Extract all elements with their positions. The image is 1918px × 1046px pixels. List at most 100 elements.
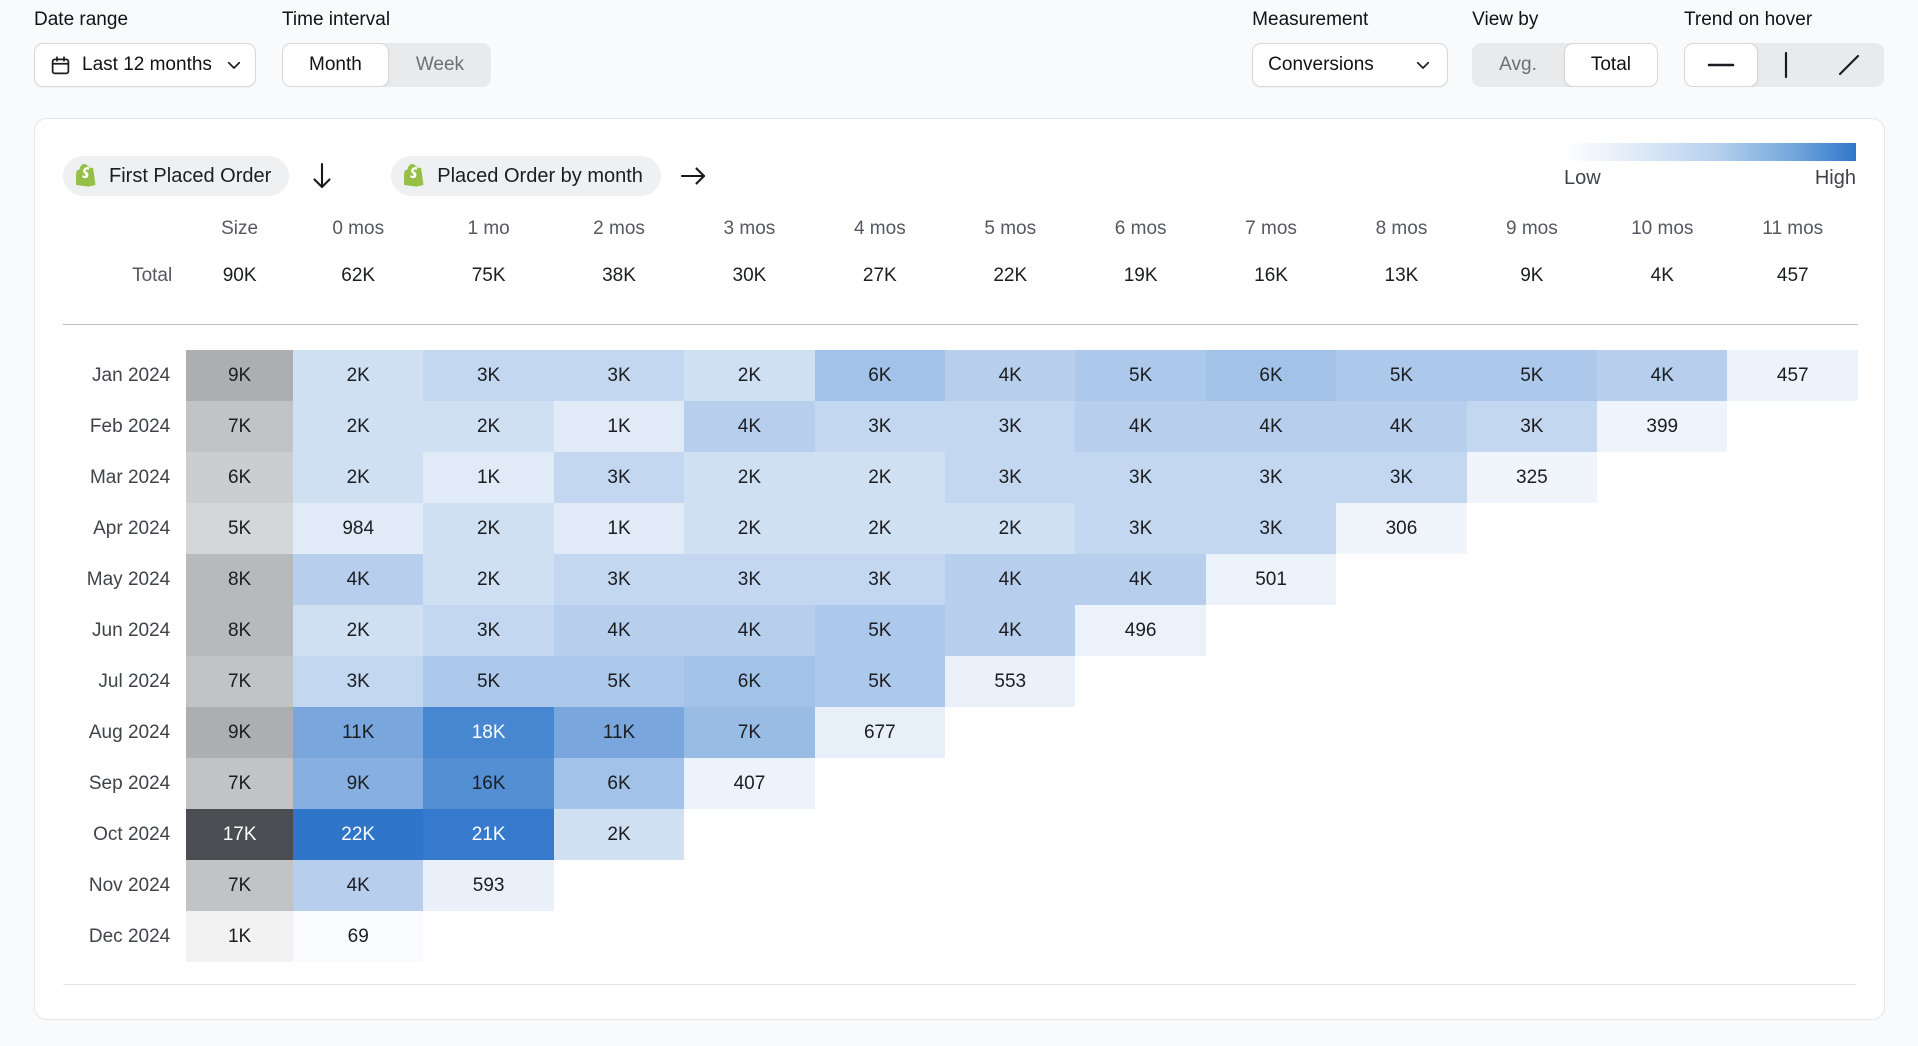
heatmap-cell[interactable]: 6K <box>1206 350 1336 401</box>
heatmap-cell[interactable]: 6K <box>684 656 814 707</box>
heatmap-cell[interactable]: 2K <box>423 401 553 452</box>
heatmap-cell[interactable]: 399 <box>1597 401 1727 452</box>
heatmap-cell[interactable]: 553 <box>945 656 1075 707</box>
heatmap-cell[interactable]: 3K <box>423 350 553 401</box>
heatmap-cell[interactable]: 984 <box>293 503 423 554</box>
heatmap-cell[interactable]: 3K <box>1467 401 1597 452</box>
heatmap-cell[interactable]: 496 <box>1075 605 1205 656</box>
heatmap-cell[interactable]: 5K <box>815 656 945 707</box>
size-cell[interactable]: 8K <box>186 605 293 656</box>
size-cell[interactable]: 7K <box>186 860 293 911</box>
size-cell[interactable]: 9K <box>186 707 293 758</box>
tab-total[interactable]: Total <box>1564 43 1658 87</box>
tab-week[interactable]: Week <box>389 43 491 87</box>
heatmap-cell[interactable]: 4K <box>684 605 814 656</box>
heatmap-cell[interactable]: 1K <box>554 401 684 452</box>
heatmap-cell[interactable]: 4K <box>945 554 1075 605</box>
heatmap-cell[interactable]: 3K <box>945 452 1075 503</box>
heatmap-cell[interactable]: 7K <box>684 707 814 758</box>
heatmap-cell[interactable]: 3K <box>1336 452 1466 503</box>
heatmap-cell[interactable]: 325 <box>1467 452 1597 503</box>
heatmap-cell[interactable]: 3K <box>1075 452 1205 503</box>
heatmap-cell[interactable]: 3K <box>293 656 423 707</box>
heatmap-cell[interactable]: 3K <box>815 401 945 452</box>
heatmap-cell[interactable]: 1K <box>554 503 684 554</box>
heatmap-cell[interactable]: 407 <box>684 758 814 809</box>
heatmap-cell[interactable]: 4K <box>293 554 423 605</box>
heatmap-cell[interactable]: 4K <box>554 605 684 656</box>
size-cell[interactable]: 9K <box>186 350 293 401</box>
heatmap-cell[interactable]: 3K <box>815 554 945 605</box>
heatmap-cell[interactable]: 16K <box>423 758 553 809</box>
heatmap-cell[interactable]: 5K <box>1336 350 1466 401</box>
heatmap-cell[interactable]: 3K <box>554 350 684 401</box>
heatmap-cell[interactable]: 3K <box>684 554 814 605</box>
heatmap-cell[interactable]: 3K <box>554 554 684 605</box>
trend-flat-button[interactable] <box>1684 43 1758 87</box>
heatmap-cell[interactable]: 5K <box>815 605 945 656</box>
heatmap-cell[interactable]: 2K <box>815 503 945 554</box>
heatmap-cell[interactable]: 2K <box>684 503 814 554</box>
heatmap-cell[interactable]: 2K <box>293 401 423 452</box>
heatmap-cell[interactable]: 3K <box>554 452 684 503</box>
heatmap-cell[interactable]: 2K <box>423 503 553 554</box>
heatmap-cell[interactable]: 21K <box>423 809 553 860</box>
heatmap-cell[interactable]: 3K <box>1206 452 1336 503</box>
heatmap-cell[interactable]: 69 <box>293 911 423 962</box>
date-range-select[interactable]: Last 12 months <box>34 43 256 87</box>
heatmap-cell[interactable]: 11K <box>554 707 684 758</box>
heatmap-cell[interactable]: 2K <box>684 350 814 401</box>
heatmap-cell[interactable]: 4K <box>684 401 814 452</box>
heatmap-cell[interactable]: 677 <box>815 707 945 758</box>
heatmap-cell[interactable]: 457 <box>1727 350 1858 401</box>
heatmap-cell[interactable]: 4K <box>1336 401 1466 452</box>
heatmap-cell[interactable]: 501 <box>1206 554 1336 605</box>
heatmap-cell[interactable]: 3K <box>1206 503 1336 554</box>
heatmap-cell[interactable]: 4K <box>1075 401 1205 452</box>
heatmap-cell[interactable]: 593 <box>423 860 553 911</box>
heatmap-cell[interactable]: 4K <box>1206 401 1336 452</box>
heatmap-cell[interactable]: 3K <box>423 605 553 656</box>
heatmap-cell[interactable]: 2K <box>554 809 684 860</box>
heatmap-cell[interactable]: 9K <box>293 758 423 809</box>
size-cell[interactable]: 6K <box>186 452 293 503</box>
heatmap-cell[interactable]: 5K <box>423 656 553 707</box>
heatmap-cell[interactable]: 2K <box>945 503 1075 554</box>
heatmap-cell[interactable]: 2K <box>293 605 423 656</box>
heatmap-cell[interactable]: 1K <box>423 452 553 503</box>
heatmap-cell[interactable]: 6K <box>815 350 945 401</box>
size-cell[interactable]: 5K <box>186 503 293 554</box>
size-cell[interactable]: 1K <box>186 911 293 962</box>
heatmap-cell[interactable]: 22K <box>293 809 423 860</box>
tab-month[interactable]: Month <box>282 43 389 87</box>
heatmap-cell[interactable]: 2K <box>293 452 423 503</box>
size-cell[interactable]: 8K <box>186 554 293 605</box>
heatmap-cell[interactable]: 6K <box>554 758 684 809</box>
heatmap-cell[interactable]: 4K <box>1075 554 1205 605</box>
heatmap-cell[interactable]: 18K <box>423 707 553 758</box>
chip-first-event[interactable]: First Placed Order <box>63 156 289 196</box>
chip-second-event[interactable]: Placed Order by month <box>391 156 661 196</box>
heatmap-cell[interactable]: 2K <box>684 452 814 503</box>
heatmap-cell[interactable]: 306 <box>1336 503 1466 554</box>
size-cell[interactable]: 17K <box>186 809 293 860</box>
measurement-select[interactable]: Conversions <box>1252 43 1448 87</box>
tab-avg[interactable]: Avg. <box>1472 43 1564 87</box>
size-cell[interactable]: 7K <box>186 758 293 809</box>
heatmap-cell[interactable]: 11K <box>293 707 423 758</box>
heatmap-cell[interactable]: 2K <box>423 554 553 605</box>
heatmap-cell[interactable]: 4K <box>945 605 1075 656</box>
trend-diagonal-button[interactable] <box>1814 43 1884 87</box>
heatmap-cell[interactable]: 5K <box>1467 350 1597 401</box>
heatmap-cell[interactable]: 3K <box>1075 503 1205 554</box>
heatmap-cell[interactable]: 4K <box>1597 350 1727 401</box>
trend-vertical-button[interactable] <box>1758 43 1814 87</box>
heatmap-cell[interactable]: 5K <box>1075 350 1205 401</box>
heatmap-cell[interactable]: 5K <box>554 656 684 707</box>
heatmap-cell[interactable]: 2K <box>293 350 423 401</box>
heatmap-cell[interactable]: 4K <box>293 860 423 911</box>
size-cell[interactable]: 7K <box>186 401 293 452</box>
size-cell[interactable]: 7K <box>186 656 293 707</box>
heatmap-cell[interactable]: 3K <box>945 401 1075 452</box>
heatmap-cell[interactable]: 2K <box>815 452 945 503</box>
